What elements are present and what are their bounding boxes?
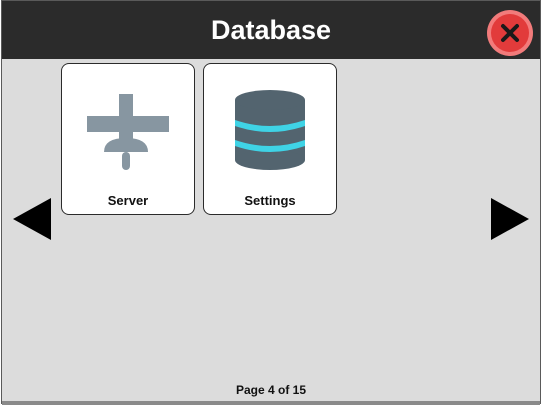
prev-page-arrow[interactable] xyxy=(13,198,53,240)
dialog-window: Database Server Settings Page 4 of 15 xyxy=(1,0,541,405)
next-page-arrow[interactable] xyxy=(491,198,531,240)
title-bar: Database xyxy=(2,1,540,59)
tile-settings[interactable]: Settings xyxy=(203,63,337,215)
tile-label-server: Server xyxy=(107,193,149,208)
page-indicator: Page 4 of 15 xyxy=(235,383,307,397)
tile-server[interactable]: Server xyxy=(61,63,195,215)
bottom-bar xyxy=(2,401,540,405)
tile-label-settings: Settings xyxy=(244,193,296,208)
close-button[interactable] xyxy=(487,10,533,56)
server-icon xyxy=(62,82,194,182)
close-icon xyxy=(501,24,519,42)
database-icon xyxy=(204,82,336,182)
window-title: Database xyxy=(210,15,332,45)
